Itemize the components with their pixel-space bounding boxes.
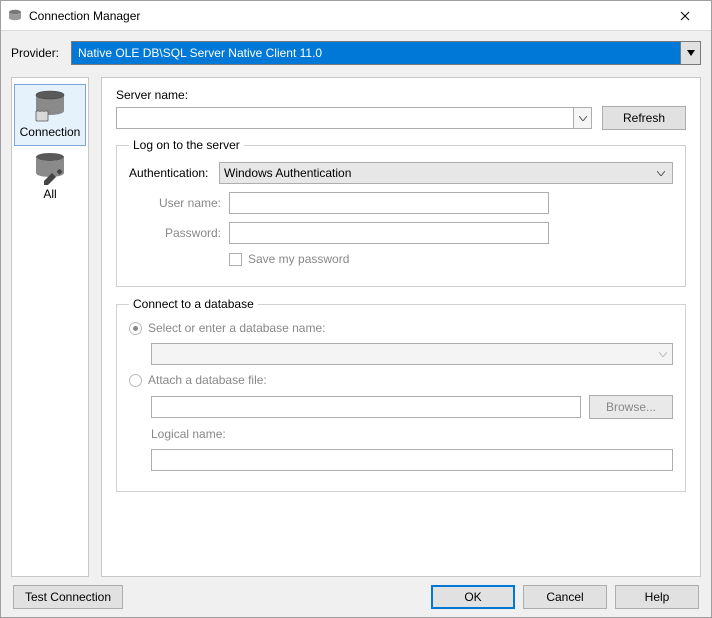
database-wrench-icon <box>30 151 70 185</box>
server-name-label: Server name: <box>116 88 686 102</box>
authentication-select[interactable]: Windows Authentication <box>219 162 673 184</box>
body: Connection All Server name: <box>11 77 701 577</box>
logical-name-label: Logical name: <box>151 427 226 441</box>
chevron-down-icon <box>654 344 672 364</box>
window-title: Connection Manager <box>29 9 665 23</box>
dropdown-arrow-icon <box>680 42 700 64</box>
database-plug-icon <box>30 89 70 123</box>
auth-label: Authentication: <box>129 166 219 180</box>
save-password-label: Save my password <box>248 252 349 266</box>
provider-label: Provider: <box>11 46 71 60</box>
server-name-combo[interactable] <box>116 107 592 129</box>
username-input <box>229 192 549 214</box>
username-label: User name: <box>129 196 229 210</box>
attach-file-radio[interactable] <box>129 374 142 387</box>
password-input <box>229 222 549 244</box>
close-icon <box>680 11 690 21</box>
tab-all[interactable]: All <box>14 146 86 208</box>
ok-button[interactable]: OK <box>431 585 515 609</box>
connection-manager-window: Connection Manager Provider: Native OLE … <box>0 0 712 618</box>
title-bar: Connection Manager <box>1 1 711 31</box>
tab-connection[interactable]: Connection <box>14 84 86 146</box>
test-connection-button[interactable]: Test Connection <box>13 585 123 609</box>
browse-button: Browse... <box>589 395 673 419</box>
close-button[interactable] <box>665 2 705 30</box>
provider-row: Provider: Native OLE DB\SQL Server Nativ… <box>11 41 701 65</box>
connection-panel: Server name: Refresh Log on to the serve… <box>101 77 701 577</box>
category-tabs: Connection All <box>11 77 89 577</box>
tab-label: Connection <box>20 125 81 139</box>
logon-legend: Log on to the server <box>129 138 244 152</box>
cancel-button[interactable]: Cancel <box>523 585 607 609</box>
app-icon <box>7 8 23 24</box>
chevron-down-icon <box>654 163 668 183</box>
logical-name-input <box>151 449 673 471</box>
chevron-down-icon <box>573 108 591 128</box>
auth-value: Windows Authentication <box>224 166 351 180</box>
dialog-buttons: Test Connection OK Cancel Help <box>11 577 701 611</box>
provider-dropdown[interactable]: Native OLE DB\SQL Server Native Client 1… <box>71 41 701 65</box>
database-name-combo[interactable] <box>151 343 673 365</box>
attach-file-input <box>151 396 581 418</box>
select-db-label: Select or enter a database name: <box>148 321 325 335</box>
help-button[interactable]: Help <box>615 585 699 609</box>
refresh-button[interactable]: Refresh <box>602 106 686 130</box>
password-label: Password: <box>129 226 229 240</box>
client-area: Provider: Native OLE DB\SQL Server Nativ… <box>1 31 711 617</box>
tab-label: All <box>43 187 56 201</box>
database-legend: Connect to a database <box>129 297 258 311</box>
select-db-radio[interactable] <box>129 322 142 335</box>
provider-value: Native OLE DB\SQL Server Native Client 1… <box>78 46 322 60</box>
logon-group: Log on to the server Authentication: Win… <box>116 138 686 287</box>
database-group: Connect to a database Select or enter a … <box>116 297 686 492</box>
attach-file-label: Attach a database file: <box>148 373 267 387</box>
save-password-checkbox <box>229 253 242 266</box>
